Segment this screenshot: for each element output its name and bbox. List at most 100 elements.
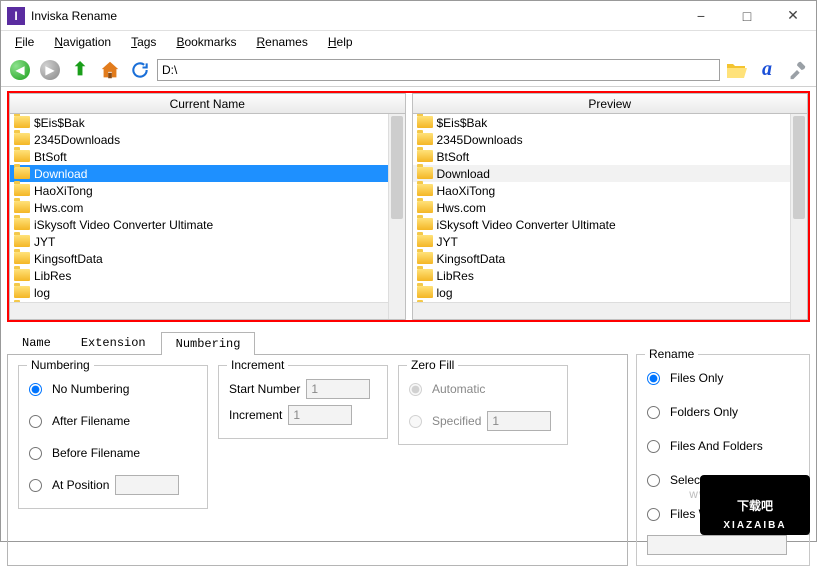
opt-automatic[interactable]: Automatic	[409, 376, 557, 402]
list-item[interactable]: LibRes	[413, 267, 791, 284]
opt-no-numbering[interactable]: No Numbering	[29, 376, 197, 402]
scrollbar-vertical[interactable]	[790, 114, 807, 319]
opt-at-position[interactable]: At Position	[29, 472, 197, 498]
menu-bookmarks[interactable]: Bookmarks	[168, 33, 244, 51]
list-item[interactable]: JYT	[413, 233, 791, 250]
list-item[interactable]: 2345Downloads	[413, 131, 791, 148]
menu-tags[interactable]: Tags	[123, 33, 164, 51]
opt-specified[interactable]: Specified	[409, 408, 557, 434]
tab-extension[interactable]: Extension	[66, 331, 161, 354]
panels-container: Current Name $Eis$Bak2345DownloadsBtSoft…	[7, 91, 810, 322]
at-position-input[interactable]	[115, 475, 179, 495]
label-folders-only: Folders Only	[670, 405, 738, 419]
tab-name[interactable]: Name	[7, 331, 66, 354]
list-item[interactable]: Hws.com	[413, 199, 791, 216]
radio-files-and-folders[interactable]	[647, 440, 660, 453]
radio-specified[interactable]	[409, 415, 422, 428]
current-file-list[interactable]: $Eis$Bak2345DownloadsBtSoftDownloadHaoXi…	[10, 114, 405, 319]
list-item[interactable]: KingsoftData	[10, 250, 388, 267]
settings-button[interactable]	[784, 57, 810, 83]
tab-numbering[interactable]: Numbering	[161, 332, 256, 355]
folder-icon	[417, 184, 433, 198]
radio-automatic[interactable]	[409, 383, 422, 396]
list-item-label: $Eis$Bak	[34, 116, 85, 130]
app-icon: I	[7, 7, 25, 25]
folder-icon	[417, 235, 433, 249]
menu-bar: File Navigation Tags Bookmarks Renames H…	[1, 31, 816, 53]
maximize-button[interactable]: □	[724, 1, 770, 31]
opt-files-only[interactable]: Files Only	[647, 365, 799, 391]
list-item[interactable]: iSkysoft Video Converter Ultimate	[10, 216, 388, 233]
label-selected-items: Selected Items Only	[670, 473, 777, 487]
list-item[interactable]: HaoXiTong	[413, 182, 791, 199]
list-item[interactable]: Hws.com	[10, 199, 388, 216]
list-item[interactable]: Download	[413, 165, 791, 182]
list-item[interactable]: 2345Downloads	[10, 131, 388, 148]
radio-files-only[interactable]	[647, 372, 660, 385]
scrollbar-horizontal[interactable]	[10, 302, 388, 319]
increment-input[interactable]	[288, 405, 352, 425]
folder-icon	[14, 116, 30, 130]
font-button[interactable]: a	[754, 57, 780, 83]
zerofill-groupbox: Zero Fill Automatic Specified	[398, 365, 568, 445]
path-input[interactable]	[157, 59, 720, 81]
up-button[interactable]: ⬆	[67, 57, 93, 83]
forward-icon: ▶	[40, 60, 60, 80]
folder-icon	[417, 286, 433, 300]
refresh-button[interactable]	[127, 57, 153, 83]
radio-selected-items[interactable]	[647, 474, 660, 487]
browse-button[interactable]	[724, 57, 750, 83]
scrollbar-horizontal[interactable]	[413, 302, 791, 319]
extensions-input[interactable]	[647, 535, 787, 555]
tools-icon	[786, 59, 808, 81]
list-item[interactable]: JYT	[10, 233, 388, 250]
start-number-input[interactable]	[306, 379, 370, 399]
menu-help[interactable]: Help	[320, 33, 361, 51]
preview-file-list[interactable]: $Eis$Bak2345DownloadsBtSoft DownloadHaoXi…	[413, 114, 808, 319]
numbering-groupbox: Numbering No Numbering After Filename Be…	[18, 365, 208, 509]
increment-legend: Increment	[227, 358, 288, 372]
zerofill-legend: Zero Fill	[407, 358, 458, 372]
specified-input[interactable]	[487, 411, 551, 431]
rename-button[interactable]: Ren	[758, 511, 810, 535]
home-button[interactable]	[97, 57, 123, 83]
folder-icon	[417, 133, 433, 147]
minimize-button[interactable]: −	[678, 1, 724, 31]
list-item[interactable]: log	[10, 284, 388, 301]
radio-after-filename[interactable]	[29, 415, 42, 428]
current-name-panel: Current Name $Eis$Bak2345DownloadsBtSoft…	[9, 93, 406, 320]
forward-button[interactable]: ▶	[37, 57, 63, 83]
list-item[interactable]: $Eis$Bak	[10, 114, 388, 131]
label-after-filename: After Filename	[52, 414, 130, 428]
list-item[interactable]: $Eis$Bak	[413, 114, 791, 131]
menu-renames[interactable]: Renames	[248, 33, 315, 51]
list-item[interactable]: HaoXiTong	[10, 182, 388, 199]
list-item[interactable]: iSkysoft Video Converter Ultimate	[413, 216, 791, 233]
radio-folders-only[interactable]	[647, 406, 660, 419]
folder-open-icon	[725, 60, 749, 80]
opt-folders-only[interactable]: Folders Only	[647, 399, 799, 425]
radio-before-filename[interactable]	[29, 447, 42, 460]
label-no-numbering: No Numbering	[52, 382, 129, 396]
back-button[interactable]: ◀	[7, 57, 33, 83]
list-item[interactable]: BtSoft	[413, 148, 791, 165]
opt-selected-items-only[interactable]: Selected Items Only	[647, 467, 799, 493]
list-item[interactable]: BtSoft	[10, 148, 388, 165]
folder-icon	[14, 150, 30, 164]
opt-files-and-folders[interactable]: Files And Folders	[647, 433, 799, 459]
menu-navigation[interactable]: Navigation	[46, 33, 119, 51]
scrollbar-vertical[interactable]	[388, 114, 405, 319]
radio-no-numbering[interactable]	[29, 383, 42, 396]
close-button[interactable]: ✕	[770, 1, 816, 31]
folder-icon	[14, 218, 30, 232]
list-item[interactable]: log	[413, 284, 791, 301]
label-before-filename: Before Filename	[52, 446, 140, 460]
list-item[interactable]: KingsoftData	[413, 250, 791, 267]
opt-after-filename[interactable]: After Filename	[29, 408, 197, 434]
list-item[interactable]: LibRes	[10, 267, 388, 284]
list-item[interactable]: Download	[10, 165, 388, 182]
radio-at-position[interactable]	[29, 479, 42, 492]
opt-before-filename[interactable]: Before Filename	[29, 440, 197, 466]
menu-file[interactable]: File	[7, 33, 42, 51]
list-item-label: Download	[437, 167, 490, 181]
